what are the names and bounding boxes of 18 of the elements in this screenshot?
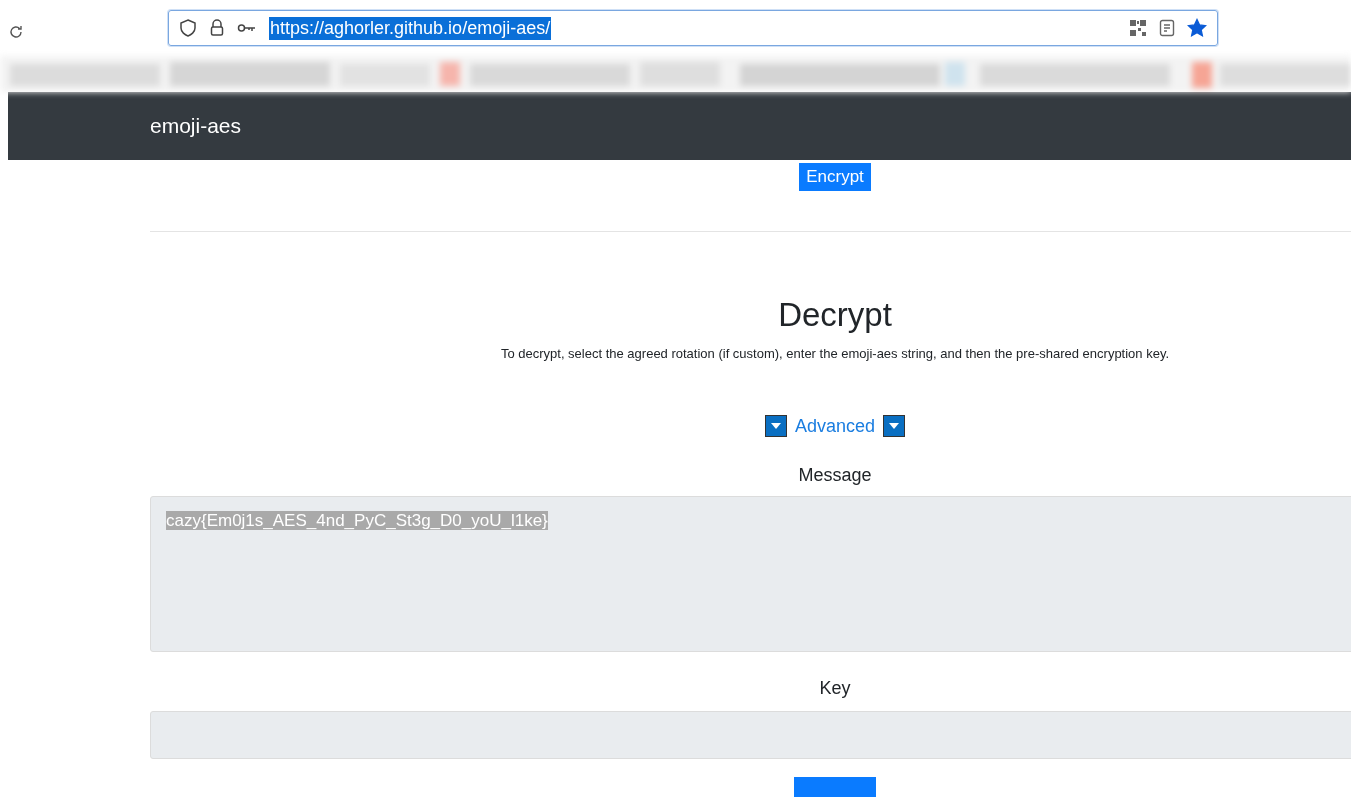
lock-icon[interactable]	[209, 18, 225, 38]
key-field[interactable]	[150, 711, 1351, 759]
reload-icon[interactable]	[8, 24, 24, 40]
description-text: To decrypt, select the agreed rotation (if custom), enter the emoji-aes string, and then the pre-shared encryption key.	[499, 346, 1171, 361]
shield-icon[interactable]	[179, 18, 197, 38]
brand-link[interactable]: emoji-aes	[150, 114, 242, 138]
message-text: cazy{Em0j1s_AES_4nd_PyC_St3g_D0_yoU_l1ke}	[166, 511, 548, 530]
key-icon[interactable]	[237, 22, 257, 34]
address-bar[interactable]: https://aghorler.github.io/emoji-aes/	[168, 10, 1218, 46]
encrypt-button[interactable]: Encrypt	[799, 163, 871, 191]
advanced-link[interactable]: Advanced	[794, 415, 876, 437]
url-text[interactable]: https://aghorler.github.io/emoji-aes/	[269, 16, 552, 40]
qr-code-icon[interactable]	[1129, 19, 1147, 37]
section-title: Decrypt	[777, 296, 893, 334]
key-label: Key	[818, 678, 852, 699]
reader-icon[interactable]	[1159, 19, 1175, 37]
star-icon[interactable]	[1187, 18, 1207, 38]
message-label: Message	[797, 465, 873, 486]
